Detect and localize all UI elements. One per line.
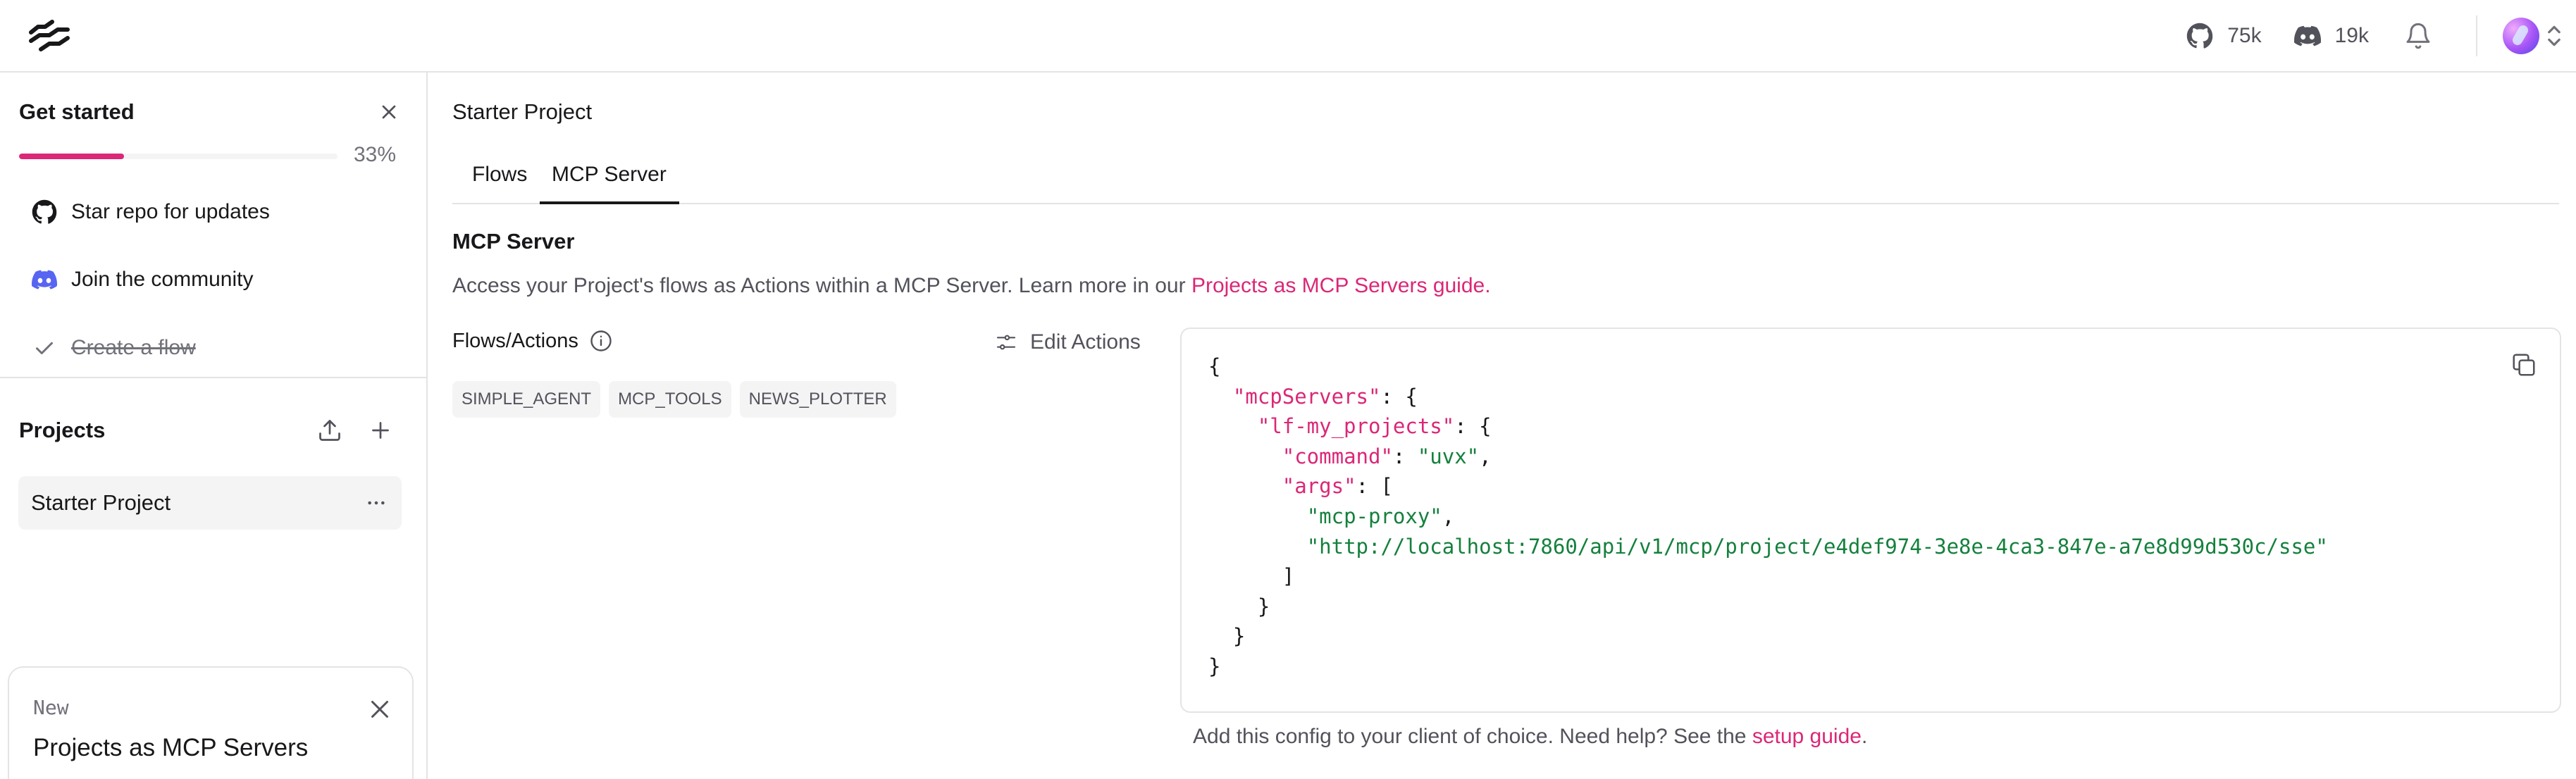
sidebar-divider (0, 377, 426, 378)
notifications-bell-icon[interactable] (2404, 22, 2432, 50)
edit-actions-label: Edit Actions (1030, 330, 1141, 354)
tab-mcp-server[interactable]: MCP Server (552, 163, 667, 187)
code-key: "args" (1282, 474, 1356, 499)
new-badge: New (33, 696, 69, 719)
action-chip: NEWS_PLOTTER (739, 381, 896, 418)
description-text: Access your Project's flows as Actions w… (452, 274, 1191, 297)
more-options-icon[interactable] (364, 492, 389, 514)
section-description: Access your Project's flows as Actions w… (452, 274, 1491, 298)
github-icon (32, 199, 57, 224)
new-feature-title: Projects as MCP Servers (33, 734, 309, 761)
mcp-guide-link[interactable]: Projects as MCP Servers guide. (1191, 274, 1491, 297)
edit-actions-button[interactable]: Edit Actions (995, 330, 1141, 354)
progress-bar (19, 154, 338, 159)
page-title: Starter Project (452, 99, 593, 124)
top-bar: 75k 19k (0, 0, 2576, 73)
action-chip: MCP_TOOLS (609, 381, 731, 418)
sidebar: Get started 33% Star repo for updates Jo… (0, 73, 428, 779)
plus-icon[interactable] (368, 418, 393, 443)
code-key: "mcpServers" (1232, 384, 1381, 409)
check-icon (36, 342, 53, 354)
flows-actions-text: Flows/Actions (452, 329, 578, 352)
progress-bar-fill (19, 154, 125, 159)
checklist-item-star-repo[interactable]: Star repo for updates (32, 199, 270, 225)
config-footer: Add this config to your client of choice… (1193, 725, 1867, 749)
header-divider (2476, 15, 2477, 56)
project-item-label: Starter Project (31, 490, 171, 515)
progress-percent: 33% (354, 143, 397, 166)
user-avatar[interactable] (2503, 17, 2539, 54)
code-string: "mcp-proxy" (1306, 504, 1442, 528)
section-title: MCP Server (452, 229, 575, 254)
footer-text: Add this config to your client of choice… (1193, 725, 1752, 748)
action-chips: SIMPLE_AGENT MCP_TOOLS NEWS_PLOTTER (452, 381, 896, 418)
active-tab-indicator (540, 201, 679, 204)
flows-actions-label: Flows/Actions (452, 328, 614, 354)
code-key: "command" (1282, 444, 1393, 468)
close-icon[interactable] (367, 697, 392, 722)
github-stars[interactable]: 75k (2186, 23, 2262, 49)
code-string: "http://localhost:7860/api/v1/mcp/projec… (1306, 534, 2328, 559)
langflow-logo-icon[interactable] (28, 20, 70, 52)
checklist-item-create-flow[interactable]: Create a flow (32, 335, 196, 361)
config-code-block: { "mcpServers": { "lf-my_projects": { "c… (1180, 328, 2561, 713)
code-key: "lf-my_projects" (1257, 414, 1455, 439)
tab-flows[interactable]: Flows (472, 163, 527, 187)
action-chip: SIMPLE_AGENT (452, 381, 601, 418)
chevron-up-down-icon[interactable] (2546, 23, 2562, 49)
footer-suffix: . (1861, 725, 1868, 748)
close-icon[interactable] (378, 101, 400, 123)
discord-count: 19k (2334, 23, 2369, 47)
sliders-icon (996, 335, 1016, 350)
github-count: 75k (2227, 23, 2262, 47)
project-item-starter-project[interactable]: Starter Project (18, 476, 402, 530)
checklist-item-label: Star repo for updates (71, 200, 270, 223)
upload-icon[interactable] (317, 418, 342, 443)
get-started-title: Get started (19, 99, 135, 124)
copy-icon[interactable] (2510, 351, 2537, 378)
projects-title: Projects (19, 418, 106, 442)
discord-members[interactable]: 19k (2293, 23, 2369, 49)
discord-icon (32, 270, 57, 289)
checklist-item-join-community[interactable]: Join the community (32, 267, 253, 292)
discord-icon (2293, 25, 2321, 46)
main-content: Starter Project Flows MCP Server MCP Ser… (429, 73, 2576, 779)
github-icon (2187, 23, 2213, 49)
tab-bar: Flows MCP Server (452, 149, 2559, 204)
info-icon[interactable] (588, 328, 614, 354)
code-string: "uvx" (1417, 444, 1480, 468)
new-feature-card[interactable]: New Projects as MCP Servers (8, 666, 414, 779)
config-code: { "mcpServers": { "lf-my_projects": { "c… (1208, 354, 2328, 678)
checklist-item-label: Join the community (71, 268, 254, 291)
setup-guide-link[interactable]: setup guide (1752, 725, 1862, 748)
checklist-item-label: Create a flow (71, 336, 196, 359)
